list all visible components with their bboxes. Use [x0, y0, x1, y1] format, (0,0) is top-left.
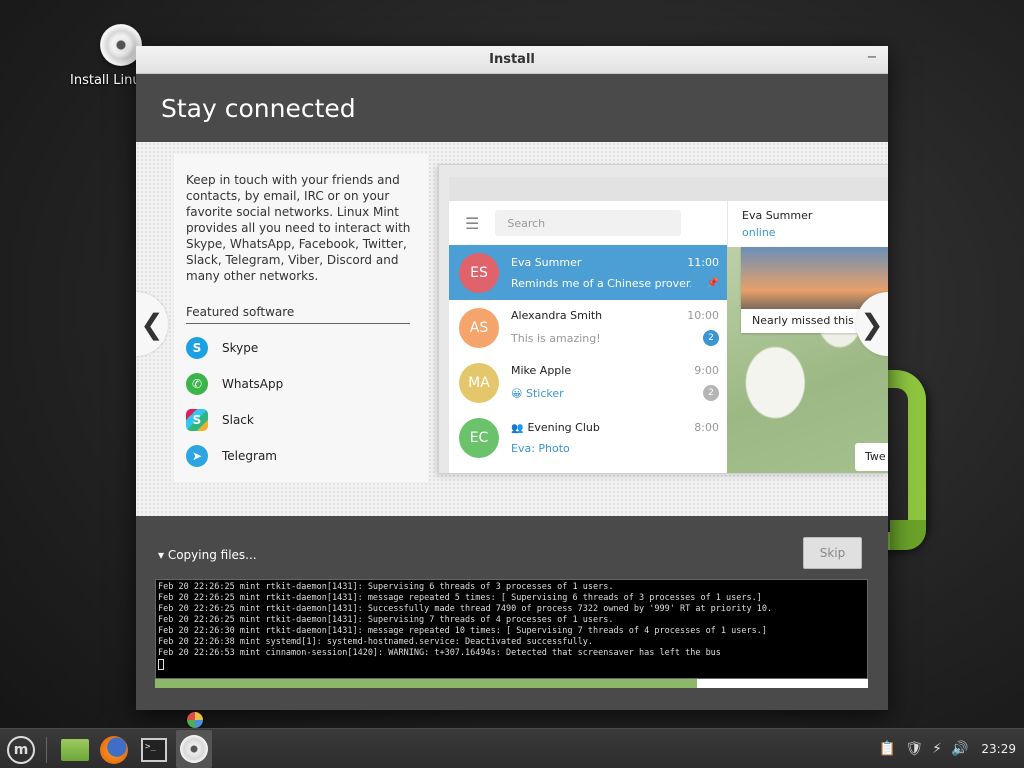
log-line: Feb 20 22:26:30 mint rtkit-daemon[1431]:… [158, 626, 767, 636]
files-launcher[interactable] [59, 734, 91, 766]
list-item: ➤ Telegram [186, 438, 416, 474]
chat-name: Mike Apple [511, 364, 572, 377]
window-title: Install [489, 52, 535, 67]
slack-icon: S [186, 409, 208, 431]
pin-icon: 📌 [706, 277, 719, 289]
group-icon: 👥 [511, 422, 524, 434]
chat-time: 8:00 [694, 420, 719, 434]
avatar: EC [459, 417, 499, 458]
chat-preview: 😀 Sticker [511, 386, 564, 400]
chat-preview: Eva: Photo [511, 441, 570, 455]
chat-row: ES Eva Summer 11:00 Reminds me of a Chin… [449, 245, 727, 300]
unread-badge: 2 [703, 330, 719, 346]
hamburger-menu-icon: ☰ [465, 213, 480, 233]
chat-name: Eva Summer [511, 255, 582, 269]
taskbar-separator [46, 737, 47, 763]
chat-row: AS Alexandra Smith 10:00 This is amazing… [449, 300, 727, 355]
avatar: MA [459, 362, 499, 403]
chat-wallpaper: Nearly missed this s Twe [727, 247, 888, 473]
message-bubble: Twe [855, 443, 888, 471]
telegram-icon: ➤ [186, 445, 208, 467]
clock[interactable]: 23:29 [981, 742, 1016, 756]
chat-name: Alexandra Smith [511, 309, 603, 322]
skype-icon: S [186, 337, 208, 359]
installer-window: Install − Stay connected Keep in touch w… [136, 46, 888, 710]
contact-name: Eva Summer [742, 209, 813, 222]
telegram-chat-list: ☰ Search ES Eva Summer 11:00 Reminds me … [449, 201, 727, 473]
window-titlebar[interactable]: Install − [136, 46, 888, 74]
chat-time: 10:00 [687, 309, 719, 322]
avatar: ES [459, 252, 499, 293]
network-icon[interactable]: ⚡ [932, 741, 942, 757]
mint-logo-icon: m [7, 736, 35, 764]
contact-status: online [742, 226, 776, 239]
app-name: WhatsApp [222, 377, 284, 391]
app-name: Slack [222, 413, 254, 427]
avatar: AS [459, 307, 499, 348]
log-line: Feb 20 22:26:25 mint rtkit-daemon[1431]:… [158, 615, 614, 625]
list-item: S Slack [186, 402, 416, 438]
slide-description: Keep in touch with your friends and cont… [186, 173, 411, 283]
slide-info-card: Keep in touch with your friends and cont… [174, 154, 428, 482]
minimize-button[interactable]: − [864, 51, 880, 67]
log-line: Feb 20 22:26:53 mint cinnamon-session[14… [158, 648, 721, 658]
terminal-icon: >_ [141, 738, 167, 762]
app-name: Telegram [222, 449, 277, 463]
telegram-searchbar: ☰ Search [449, 201, 727, 245]
featured-software-list: S Skype ✆ WhatsApp S Slack ➤ Telegram [186, 330, 416, 474]
chat-time: 9:00 [694, 364, 719, 377]
telegram-window: ☰ Search ES Eva Summer 11:00 Reminds me … [449, 177, 888, 473]
system-tray: 📋 🛡 ⚡ 🔊 23:29 [879, 729, 1016, 768]
slide-heading: Stay connected [161, 93, 356, 123]
previous-slide-button[interactable]: ❮ [136, 292, 168, 356]
chat-time: 11:00 [687, 255, 719, 269]
copying-files-expander[interactable]: ▾ Copying files... [158, 548, 257, 562]
firefox-launcher[interactable] [98, 734, 130, 766]
chat-preview: This is amazing! [511, 331, 601, 345]
log-line: Feb 20 22:26:25 mint rtkit-daemon[1431]:… [158, 604, 773, 614]
telegram-screenshot: ☰ Search ES Eva Summer 11:00 Reminds me … [438, 164, 888, 474]
telegram-chat-header: Eva Summer online [727, 201, 888, 247]
install-log: Feb 20 22:26:25 mint rtkit-daemon[1431]:… [155, 579, 868, 679]
log-line: Feb 20 22:26:25 mint rtkit-daemon[1431]:… [158, 593, 762, 603]
volume-icon[interactable]: 🔊 [951, 741, 968, 757]
skip-button[interactable]: Skip [803, 537, 862, 569]
progress-bar-fill [155, 679, 697, 688]
telegram-topbar [449, 177, 888, 201]
terminal-launcher[interactable]: >_ [138, 734, 170, 766]
app-name: Skype [222, 341, 259, 355]
unread-badge: 2 [703, 385, 719, 401]
shield-icon[interactable]: 🛡 [905, 741, 923, 757]
chat-name: 👥 Evening Club [511, 421, 600, 434]
terminal-cursor [158, 659, 164, 670]
whatsapp-icon: ✆ [186, 373, 208, 395]
menu-button[interactable]: m [5, 734, 37, 766]
progress-section: ▾ Copying files... Skip Feb 20 22:26:25 … [136, 516, 888, 710]
installer-app-icon [185, 710, 205, 730]
log-line: Feb 20 22:26:38 mint systemd[1]: systemd… [158, 637, 593, 647]
progress-bar [155, 679, 868, 688]
log-line: Feb 20 22:26:25 mint rtkit-daemon[1431]:… [158, 582, 614, 592]
telegram-search-field: Search [495, 210, 682, 236]
chat-row: MA Mike Apple 9:00 😀 Sticker 2 [449, 355, 727, 410]
featured-software-title: Featured software [186, 305, 410, 324]
chat-name-text: Evening Club [527, 420, 600, 434]
folder-icon [61, 739, 89, 761]
disc-icon [180, 735, 208, 763]
slide-header: Stay connected [136, 74, 888, 142]
list-item: S Skype [186, 330, 416, 366]
clipboard-icon[interactable]: 📋 [879, 741, 896, 757]
chat-preview: Reminds me of a Chinese prover... [511, 276, 691, 290]
list-item: ✆ WhatsApp [186, 366, 416, 402]
slideshow: Keep in touch with your friends and cont… [136, 142, 888, 516]
installer-taskbar-button[interactable] [176, 730, 212, 768]
firefox-icon [100, 736, 128, 764]
chat-row: EC 👥 Evening Club 8:00 Eva: Photo [449, 410, 727, 465]
taskbar: m >_ 📋 🛡 ⚡ 🔊 23:29 [0, 728, 1024, 768]
